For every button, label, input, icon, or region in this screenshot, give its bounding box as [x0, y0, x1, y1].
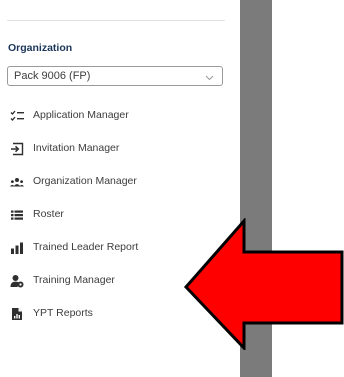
- organization-select-value: Pack 9006 (FP): [14, 70, 91, 82]
- bar-chart-icon: [10, 241, 24, 255]
- sidebar-item-label: Roster: [33, 208, 64, 220]
- page: Organization Pack 9006 (FP) Application …: [0, 0, 344, 377]
- sidebar-item-label: Invitation Manager: [33, 142, 120, 154]
- red-arrow-annotation-icon: [183, 218, 344, 350]
- top-divider: [7, 20, 225, 21]
- sidebar-item-label: Trained Leader Report: [33, 241, 139, 253]
- sidebar-item-label: YPT Reports: [33, 307, 93, 319]
- organization-heading: Organization: [8, 42, 73, 54]
- chevron-down-icon: [204, 70, 215, 81]
- sidebar-item-application-manager[interactable]: Application Manager: [0, 99, 240, 132]
- users-icon: [10, 175, 24, 189]
- sign-in-icon: [10, 142, 24, 156]
- checklist-icon: [10, 109, 24, 123]
- organization-select[interactable]: Pack 9006 (FP): [7, 66, 223, 86]
- sidebar-item-label: Application Manager: [33, 109, 129, 121]
- sidebar-item-label: Organization Manager: [33, 175, 137, 187]
- file-chart-icon: [10, 307, 24, 321]
- sidebar-item-label: Training Manager: [33, 274, 115, 286]
- sidebar-item-invitation-manager[interactable]: Invitation Manager: [0, 132, 240, 165]
- user-gear-icon: [10, 274, 24, 288]
- sidebar-item-organization-manager[interactable]: Organization Manager: [0, 165, 240, 198]
- list-icon: [10, 208, 24, 222]
